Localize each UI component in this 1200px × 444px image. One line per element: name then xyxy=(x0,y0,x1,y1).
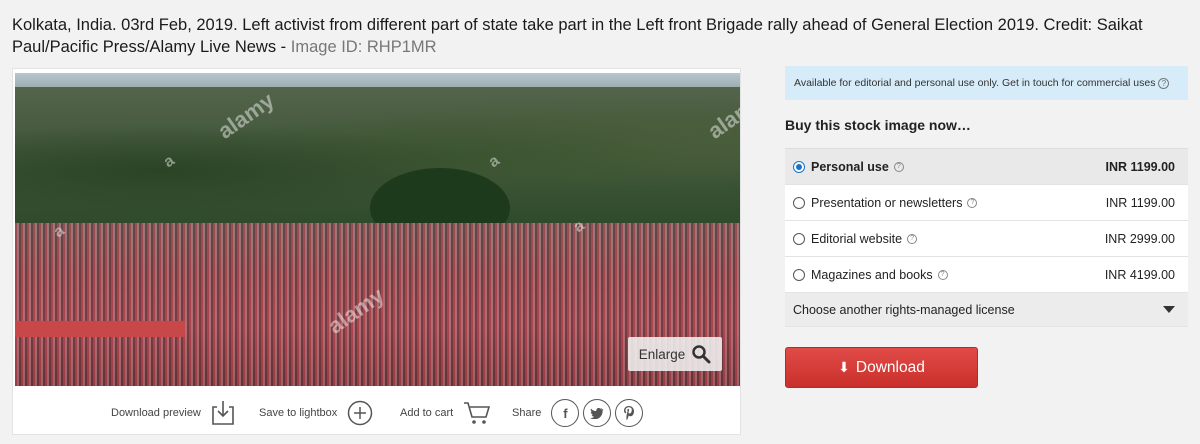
license-label: Magazines and books xyxy=(811,267,933,282)
help-icon[interactable]: ? xyxy=(907,233,918,244)
license-price: INR 1199.00 xyxy=(1105,195,1175,210)
facebook-icon[interactable]: f xyxy=(551,399,580,427)
help-icon[interactable]: ? xyxy=(937,269,948,280)
license-option-editorial-website[interactable]: Editorial website ? INR 2999.00 xyxy=(785,221,1188,257)
download-arrow-icon: ⬇ xyxy=(838,359,850,375)
image-id: Image ID: RHP1MR xyxy=(290,38,437,56)
plus-circle-icon xyxy=(348,400,373,426)
photo-stage xyxy=(15,321,185,337)
radio-button[interactable] xyxy=(793,268,805,281)
help-icon[interactable]: ? xyxy=(1158,77,1170,89)
license-label: Personal use xyxy=(811,159,889,174)
share-group: Share f xyxy=(512,399,644,427)
usage-notice-text: Available for editorial and personal use… xyxy=(794,77,1156,89)
license-price: INR 2999.00 xyxy=(1104,231,1175,246)
license-option-personal-use[interactable]: Personal use ? INR 1199.00 xyxy=(785,149,1188,185)
pinterest-icon[interactable] xyxy=(615,399,644,427)
download-label: Download xyxy=(855,358,925,376)
radio-button[interactable] xyxy=(793,160,805,173)
other-license-dropdown[interactable]: Choose another rights-managed license xyxy=(785,293,1188,327)
license-option-presentation[interactable]: Presentation or newsletters ? INR 1199.0… xyxy=(785,185,1188,221)
license-label: Presentation or newsletters xyxy=(811,195,963,210)
download-tray-icon xyxy=(212,401,234,425)
purchase-panel: Available for editorial and personal use… xyxy=(785,66,1188,388)
save-to-lightbox-label: Save to lightbox xyxy=(259,407,338,419)
radio-button[interactable] xyxy=(793,196,805,209)
usage-notice: Available for editorial and personal use… xyxy=(785,66,1188,100)
image-actions: Download preview Save to lightbox Add to… xyxy=(13,395,740,431)
save-to-lightbox-button[interactable]: Save to lightbox xyxy=(259,400,373,426)
twitter-icon[interactable] xyxy=(583,399,612,427)
add-to-cart-label: Add to cart xyxy=(400,407,454,419)
other-license-label: Choose another rights-managed license xyxy=(793,302,1015,317)
license-price: INR 1199.00 xyxy=(1105,159,1176,174)
help-icon[interactable]: ? xyxy=(893,161,904,172)
license-label: Editorial website xyxy=(811,231,903,246)
share-label: Share xyxy=(512,407,542,419)
caption-text: Kolkata, India. 03rd Feb, 2019. Left act… xyxy=(12,16,1143,56)
image-caption: Kolkata, India. 03rd Feb, 2019. Left act… xyxy=(12,14,1182,58)
license-option-magazines-books[interactable]: Magazines and books ? INR 4199.00 xyxy=(785,257,1188,293)
download-preview-label: Download preview xyxy=(111,407,201,419)
license-price: INR 4199.00 xyxy=(1104,267,1175,282)
chevron-down-icon xyxy=(1163,306,1175,313)
magnifier-icon xyxy=(692,345,711,364)
download-button[interactable]: ⬇ Download xyxy=(785,347,978,388)
enlarge-button[interactable]: Enlarge xyxy=(628,337,722,371)
add-to-cart-button[interactable]: Add to cart xyxy=(400,401,491,425)
cart-icon xyxy=(464,402,491,424)
image-card: alamy alamy alamy a a a a Enlarge Downlo… xyxy=(12,68,741,435)
license-list: Personal use ? INR 1199.00 Presentation … xyxy=(785,148,1188,327)
radio-button[interactable] xyxy=(793,232,805,245)
help-icon[interactable]: ? xyxy=(967,197,978,208)
enlarge-label: Enlarge xyxy=(638,346,686,362)
stock-photo[interactable]: alamy alamy alamy a a a a Enlarge xyxy=(15,73,740,386)
download-preview-button[interactable]: Download preview xyxy=(111,400,235,426)
buy-title: Buy this stock image now… xyxy=(785,117,971,133)
